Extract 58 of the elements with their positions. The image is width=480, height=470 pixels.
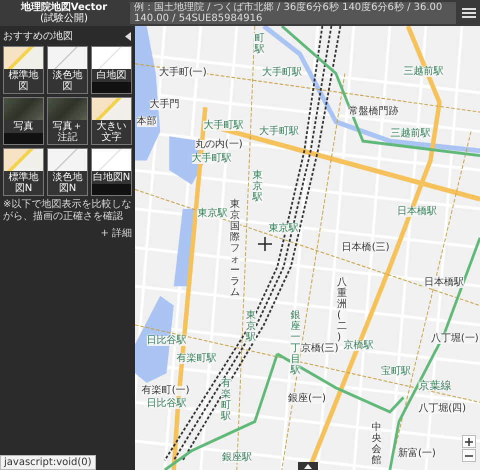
station-label: 宝町駅: [381, 367, 412, 378]
status-url: javascript:void(0): [0, 455, 96, 470]
place-label: 京橋(三): [300, 344, 339, 354]
place-label: 日本橋(三): [342, 242, 390, 253]
station-label: 有楽町駅: [176, 354, 216, 364]
zoom-out-button[interactable]: [462, 449, 476, 462]
place-label: 銀座(一): [288, 394, 326, 404]
zoom-in-button[interactable]: [462, 435, 476, 448]
station-label: 京橋駅: [343, 341, 374, 352]
place-label: 丸の内(一): [194, 140, 243, 150]
station-label: 三越前駅: [390, 129, 431, 140]
station-label: 銀座一丁目駅: [290, 310, 300, 376]
place-label: 新富(一): [398, 448, 436, 459]
map-style-tile[interactable]: 淡色地図: [47, 46, 88, 94]
place-label: 大手町(一): [158, 68, 207, 78]
plus-icon: [465, 438, 473, 446]
map-style-tile[interactable]: 標準地図N: [3, 148, 44, 196]
place-label: 大手門: [150, 100, 180, 110]
station-label: 日比谷駅: [146, 399, 187, 410]
station-label: 東京駅: [252, 170, 262, 204]
details-link[interactable]: + 詳細: [100, 226, 132, 240]
collapse-icon[interactable]: [124, 32, 132, 40]
panel-title: おすすめの地図: [3, 30, 73, 43]
station-label: 大手町駅: [203, 120, 244, 131]
menu-icon[interactable]: [462, 7, 476, 19]
place-label: 中央会館: [371, 422, 382, 466]
station-label: 東京駅: [268, 224, 299, 234]
place-label: 日本橋駅: [424, 278, 464, 288]
place-label: 常盤橋門跡: [348, 107, 399, 118]
station-label: 銀座駅: [222, 453, 252, 464]
bottom-panel-toggle[interactable]: [298, 462, 318, 470]
station-label: 日比谷駅: [146, 336, 187, 346]
station-label: 大手町駅: [192, 154, 232, 164]
place-label: 東京国際フォーラム: [230, 199, 240, 298]
station-label: 三越前駅: [403, 67, 444, 78]
place-label: 本部: [136, 116, 157, 127]
map-style-tile[interactable]: 写真＋注記: [47, 97, 88, 145]
place-label: 八丁堀(四): [418, 404, 466, 414]
station-label: 町駅: [254, 32, 264, 55]
map-style-tile[interactable]: 写真: [3, 97, 44, 145]
station-label: 東京駅: [197, 208, 228, 219]
place-label: 有楽町(一): [142, 386, 190, 396]
app-title: 地理院地図Vector: [20, 2, 108, 13]
panel-note: ※以下で地図表示を比較しながら、描画の正確さを確認: [3, 199, 132, 223]
station-label: 日本橋駅: [396, 206, 437, 217]
map-style-tile[interactable]: 大きい文字: [91, 97, 132, 145]
map-style-tile[interactable]: 淡色地図N: [47, 148, 88, 196]
map-style-tile[interactable]: 標準地図: [3, 46, 44, 94]
map-style-tile[interactable]: 白地図: [91, 46, 132, 94]
crosshair-icon: [258, 236, 272, 251]
station-label: 有楽町駅: [220, 378, 231, 422]
station-label: 東京駅: [246, 310, 256, 344]
place-label: 八丁堀(一): [430, 334, 479, 344]
station-label: 大手町駅: [262, 68, 302, 78]
caret-icon: [304, 464, 312, 468]
app-subtitle: (試験公開): [40, 13, 88, 24]
station-label: 大手町駅: [259, 127, 300, 138]
map-style-tile[interactable]: 白地図N: [91, 148, 132, 196]
